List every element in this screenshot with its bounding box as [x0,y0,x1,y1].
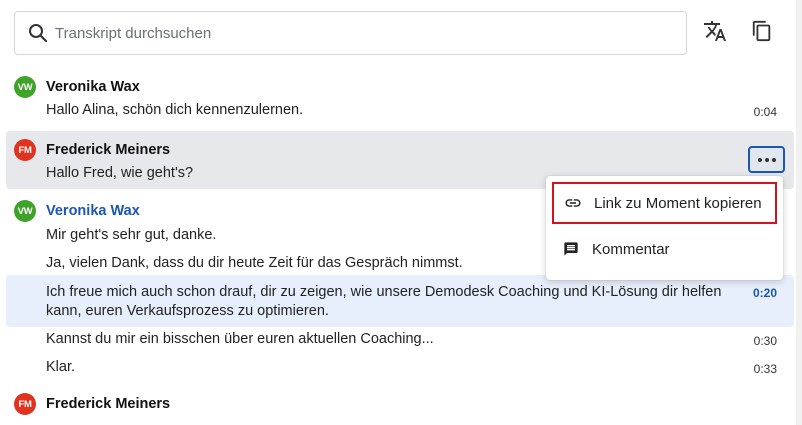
link-icon [564,194,582,212]
search-input[interactable] [55,20,675,46]
menu-item-copy-link[interactable]: Link zu Moment kopieren [552,182,777,224]
avatar: FM [14,139,36,161]
transcript-line[interactable]: Hallo Alina, schön dich kennenzulernen. [46,100,303,120]
more-options-button[interactable] [748,146,785,173]
transcript-line[interactable]: Klar. [46,357,75,377]
menu-item-label: Kommentar [592,240,670,258]
transcript-line[interactable]: Kannst du mir ein bisschen über euren ak… [46,329,434,349]
transcript-line[interactable]: Ja, vielen Dank, dass du dir heute Zeit … [46,253,463,273]
more-icon [757,157,762,162]
translate-icon [703,19,727,48]
search-icon [28,23,48,43]
transcript-line[interactable]: Hallo Fred, wie geht's? [46,163,193,183]
timestamp[interactable]: 0:04 [754,105,777,119]
transcript-search[interactable] [14,11,687,55]
speaker-name: Veronika Wax [46,203,140,219]
comment-icon [562,240,580,258]
avatar: FM [14,393,36,415]
copy-transcript-button[interactable] [745,16,779,50]
translate-button[interactable] [698,16,732,50]
speaker-name: Frederick Meiners [46,396,171,412]
avatar: VW [14,76,36,98]
transcript-line-continued[interactable]: kann, euren Verkaufsprozess zu optimiere… [46,301,329,321]
speaker-name: Frederick Meiners [46,142,171,158]
timestamp[interactable]: 0:20 [753,286,777,300]
speaker-name: Veronika Wax [46,79,140,95]
scrollbar[interactable] [796,0,802,425]
copy-icon [751,20,773,47]
timestamp[interactable]: 0:30 [754,334,777,348]
transcript-line[interactable]: Ich freue mich auch schon drauf, dir zu … [46,282,721,302]
context-menu: Link zu Moment kopieren Kommentar [546,176,783,280]
transcript-line[interactable]: Mir geht's sehr gut, danke. [46,225,216,245]
timestamp[interactable]: 0:33 [754,362,777,376]
menu-item-label: Link zu Moment kopieren [594,194,762,212]
avatar: VW [14,200,36,222]
menu-item-comment[interactable]: Kommentar [552,228,777,270]
